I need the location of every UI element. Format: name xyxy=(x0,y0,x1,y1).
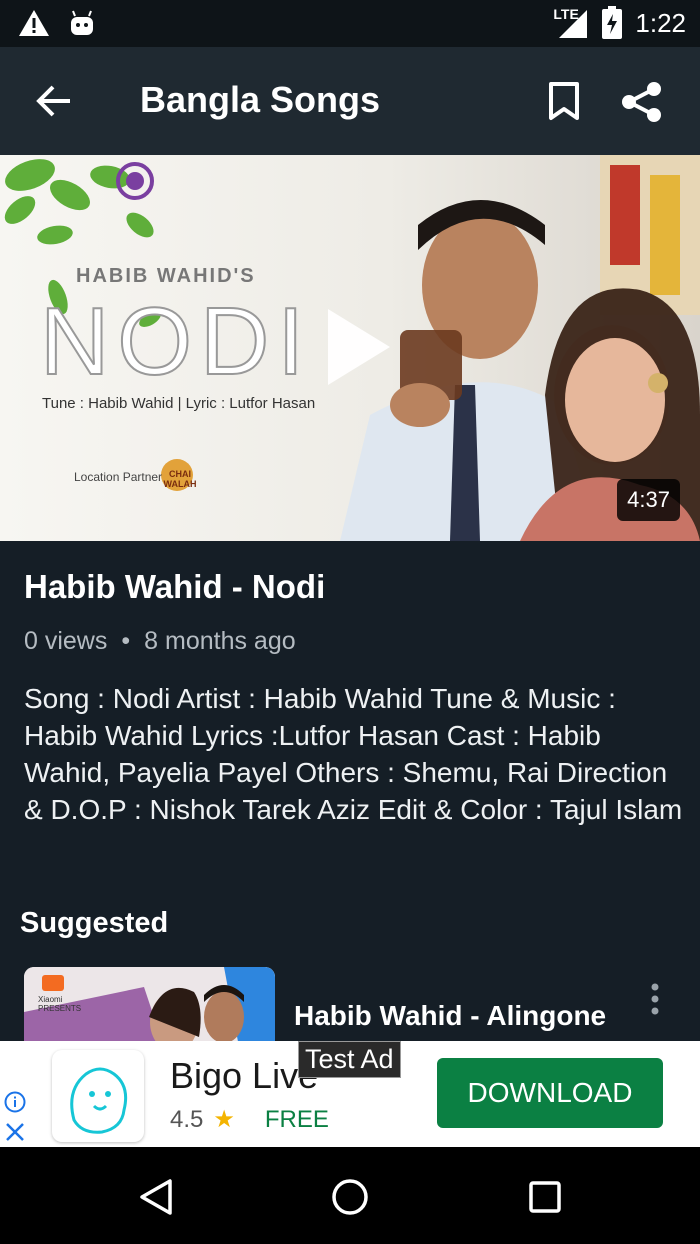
suggested-thumb-text: Xiaomi PRESENTS xyxy=(38,995,82,1013)
more-options-icon[interactable] xyxy=(648,982,662,1016)
ad-info-icon[interactable] xyxy=(4,1091,26,1113)
video-title: Habib Wahid - Nodi xyxy=(24,568,326,605)
nav-home-icon[interactable] xyxy=(331,1178,369,1216)
nav-recents-icon[interactable] xyxy=(528,1180,562,1214)
clock: 1:22 xyxy=(635,7,686,38)
suggested-heading: Suggested xyxy=(20,907,169,939)
video-meta: 0 views • 8 months ago xyxy=(24,627,296,656)
app-logo-icon[interactable] xyxy=(52,1050,144,1142)
thumbnail-credits: Tune : Habib Wahid | Lyric : Lutfor Hasa… xyxy=(42,395,316,412)
share-icon[interactable] xyxy=(620,81,664,123)
upload-age: 8 months ago xyxy=(144,627,296,655)
bookmark-icon[interactable] xyxy=(546,81,582,121)
star-icon: ★ xyxy=(213,1106,235,1133)
back-arrow-icon[interactable] xyxy=(34,81,74,121)
status-bar: LTE 1:22 xyxy=(0,0,700,47)
video-player-thumbnail[interactable]: HABIB WAHID'S NODI Tune : Habib Wahid | … xyxy=(0,155,700,541)
ad-rating: 4.5 ★ FREE xyxy=(170,1105,329,1134)
thumbnail-partner-logo: CHAI WALAH xyxy=(163,469,197,489)
ad-app-name[interactable]: Bigo Live xyxy=(170,1055,318,1097)
system-nav-bar xyxy=(0,1147,700,1244)
thumbnail-partner: Location Partner xyxy=(74,470,163,484)
video-description: Song : Nodi Artist : Habib Wahid Tune & … xyxy=(24,683,683,825)
download-button[interactable]: DOWNLOAD xyxy=(437,1058,663,1128)
video-duration: 4:37 xyxy=(617,479,680,521)
signal-icon: LTE xyxy=(553,6,589,40)
android-icon xyxy=(71,10,93,35)
test-ad-label: Test Ad xyxy=(298,1041,401,1078)
nav-back-icon[interactable] xyxy=(138,1178,174,1216)
view-count: 0 views xyxy=(24,627,108,655)
ad-price: FREE xyxy=(264,1105,329,1133)
suggested-title[interactable]: Habib Wahid - Alingone xyxy=(294,1000,606,1032)
app-bar: Bangla Songs xyxy=(0,47,700,155)
ad-banner[interactable]: Bigo Live 4.5 ★ FREE DOWNLOAD Test Ad xyxy=(0,1041,700,1147)
thumbnail-headline: HABIB WAHID'S xyxy=(76,265,256,287)
suggested-thumbnail[interactable]: Xiaomi PRESENTS xyxy=(24,967,275,1047)
warning-icon xyxy=(19,10,49,36)
ad-close-icon[interactable] xyxy=(4,1121,26,1143)
page-title: Bangla Songs xyxy=(140,79,381,120)
separator-dot: • xyxy=(121,627,131,655)
rating-value: 4.5 xyxy=(170,1105,204,1133)
battery-charging-icon xyxy=(602,6,623,39)
thumbnail-song: NODI xyxy=(39,287,312,396)
play-icon[interactable] xyxy=(324,305,394,389)
